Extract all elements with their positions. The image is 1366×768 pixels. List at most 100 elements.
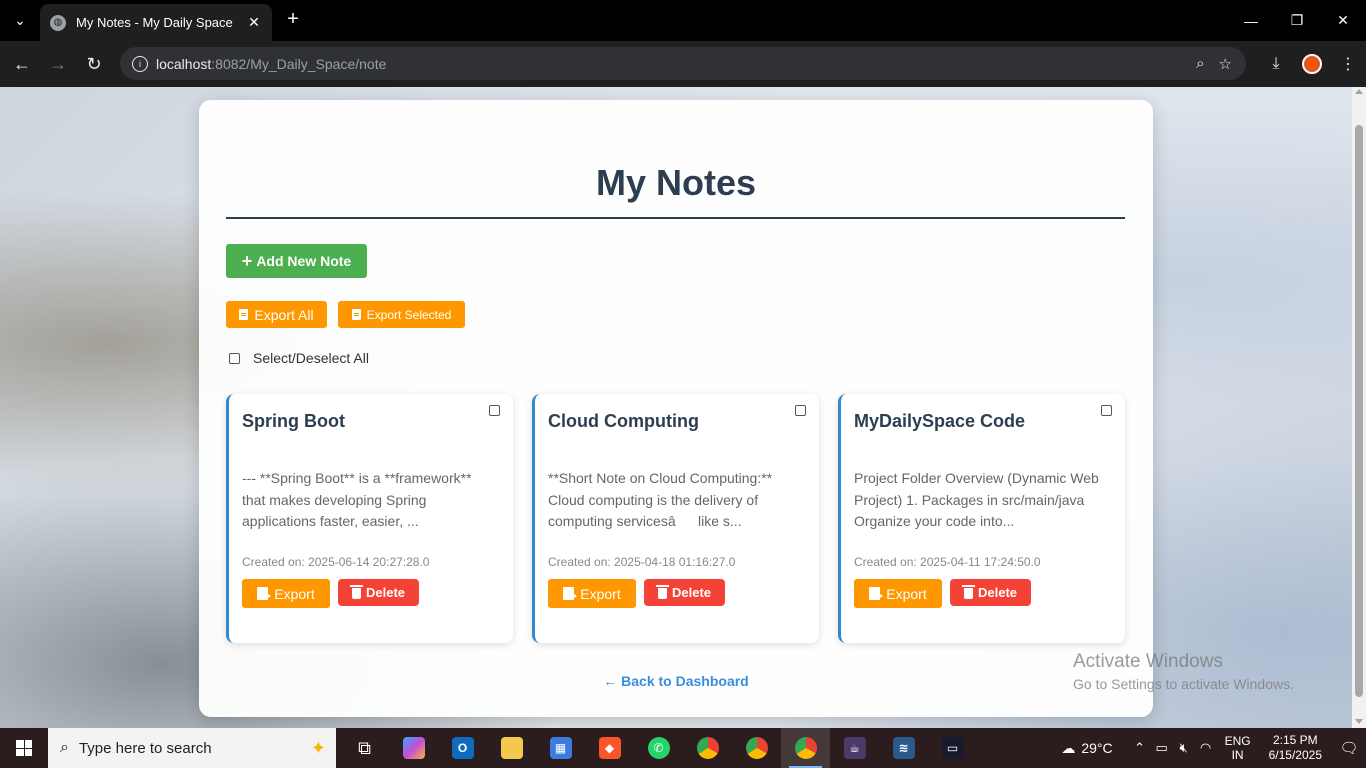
scrollbar-thumb[interactable] xyxy=(1355,125,1363,697)
back-arrow-icon[interactable]: ← xyxy=(4,46,40,82)
browser-tab[interactable]: ◍ My Notes - My Daily Space ✕ xyxy=(40,4,272,41)
zoom-icon[interactable]: ⌕ xyxy=(1196,55,1204,73)
note-title: MyDailySpace Code xyxy=(854,411,1026,431)
clock-time: 2:15 PM xyxy=(1272,733,1318,747)
address-bar[interactable]: i localhost:8082/My_Daily_Space/note ⌕ ☆ xyxy=(120,47,1246,80)
scroll-down-arrow-icon[interactable] xyxy=(1355,719,1363,724)
weather-temperature: 29°C xyxy=(1081,740,1113,756)
taskbar-search-placeholder: Type here to search xyxy=(78,739,212,757)
add-new-note-button[interactable]: + Add New Note xyxy=(226,244,367,278)
note-created-date: Created on: 2025-04-18 01:16:27.0 xyxy=(548,555,736,569)
plus-icon: + xyxy=(241,250,253,271)
select-all-checkbox[interactable] xyxy=(229,352,240,364)
note-delete-label: Delete xyxy=(977,585,1018,600)
windows-logo-icon xyxy=(16,740,32,756)
export-selected-button[interactable]: Export Selected xyxy=(338,301,465,328)
new-tab-button[interactable]: + xyxy=(282,8,304,32)
taskbar-apps: ⧉ O ▦ ◆ ✆ ☕ ≋ ▭ xyxy=(340,728,977,768)
note-select-checkbox[interactable] xyxy=(1101,405,1112,416)
download-icon[interactable]: ⤓ xyxy=(1258,46,1294,82)
copilot-sparkle-icon[interactable]: ✦ xyxy=(311,738,326,759)
note-card: Spring Boot --- **Spring Boot** is a **f… xyxy=(226,394,513,643)
pdf-file-icon xyxy=(351,309,361,320)
bookmark-star-icon[interactable]: ☆ xyxy=(1219,55,1232,73)
microsoft-store-icon[interactable]: ▦ xyxy=(536,728,585,768)
page-title: My Notes xyxy=(595,162,757,203)
file-export-icon xyxy=(869,587,884,600)
note-card: MyDailySpace Code Project Folder Overvie… xyxy=(838,394,1125,643)
omnibox-actions: ⌕ ☆ xyxy=(1196,55,1246,73)
language-region: IN xyxy=(1231,748,1244,762)
select-all-label: Select/Deselect All xyxy=(253,350,369,366)
weather-widget[interactable]: ☁ 29°C xyxy=(1061,740,1112,757)
scroll-up-arrow-icon[interactable] xyxy=(1355,89,1363,94)
file-export-icon xyxy=(257,587,272,600)
note-delete-button[interactable]: Delete xyxy=(644,579,725,606)
language-indicator[interactable]: ENG IN xyxy=(1225,734,1251,762)
browser-tab-bar: ⌄ ◍ My Notes - My Daily Space ✕ + — ❐ ✕ xyxy=(0,0,1366,41)
export-all-label: Export All xyxy=(254,306,314,323)
tab-close-icon[interactable]: ✕ xyxy=(246,14,262,31)
copilot-app-icon[interactable] xyxy=(389,728,438,768)
note-delete-button[interactable]: Delete xyxy=(950,579,1031,606)
speaker-muted-icon[interactable]: 🔇︎ xyxy=(1173,740,1195,756)
url-path: :8082/My_Daily_Space/note xyxy=(211,55,387,72)
restore-button[interactable]: ❐ xyxy=(1274,0,1320,41)
trash-icon xyxy=(655,585,669,599)
forward-arrow-icon[interactable]: → xyxy=(40,46,76,82)
task-view-icon[interactable]: ⧉ xyxy=(340,728,389,768)
activate-windows-subtitle: Go to Settings to activate Windows. xyxy=(1073,676,1294,692)
chrome-profile-icon[interactable] xyxy=(732,728,781,768)
note-select-checkbox[interactable] xyxy=(489,405,500,416)
page-viewport: My Notes + Add New Note Export All Expor… xyxy=(0,87,1352,728)
chrome-active-icon[interactable] xyxy=(781,728,830,768)
notification-center-icon[interactable]: 🗨︎ xyxy=(1332,739,1366,757)
menu-kebab-icon[interactable]: ⋮ xyxy=(1330,46,1366,82)
select-all-row: Select/Deselect All xyxy=(229,350,369,366)
tab-search-chevron-icon[interactable]: ⌄ xyxy=(0,0,40,41)
chrome-profile-icon[interactable] xyxy=(683,728,732,768)
chevron-up-icon[interactable]: ⌃ xyxy=(1129,740,1151,756)
brave-browser-icon[interactable]: ◆ xyxy=(585,728,634,768)
note-export-label: Export xyxy=(580,585,621,602)
outlook-app-icon[interactable]: O xyxy=(438,728,487,768)
java-ide-icon[interactable]: ☕ xyxy=(830,728,879,768)
clock-date: 6/15/2025 xyxy=(1268,748,1322,762)
note-created-date: Created on: 2025-06-14 20:27:28.0 xyxy=(242,555,430,569)
site-info-icon[interactable]: i xyxy=(132,55,148,72)
profile-avatar[interactable] xyxy=(1302,54,1322,74)
url-text[interactable]: localhost:8082/My_Daily_Space/note xyxy=(156,56,1196,72)
taskbar-search[interactable]: ⌕ Type here to search ✦ xyxy=(48,728,336,768)
note-delete-button[interactable]: Delete xyxy=(338,579,419,606)
terminal-app-icon[interactable]: ▭ xyxy=(928,728,977,768)
note-delete-label: Delete xyxy=(365,585,406,600)
minimize-button[interactable]: — xyxy=(1228,0,1274,41)
activate-windows-watermark: Activate Windows Go to Settings to activ… xyxy=(1073,651,1294,692)
search-icon: ⌕ xyxy=(60,739,69,756)
windows-taskbar: ⌕ Type here to search ✦ ⧉ O ▦ ◆ ✆ ☕ ≋ ▭ … xyxy=(0,728,1366,768)
file-export-icon xyxy=(563,587,578,600)
note-export-label: Export xyxy=(274,585,315,602)
trash-icon xyxy=(349,585,363,599)
whatsapp-icon[interactable]: ✆ xyxy=(634,728,683,768)
note-export-button[interactable]: Export xyxy=(854,579,942,608)
start-button[interactable] xyxy=(0,728,48,768)
note-preview: --- **Spring Boot** is a **framework** t… xyxy=(242,470,472,529)
file-explorer-icon[interactable] xyxy=(487,728,536,768)
export-all-button[interactable]: Export All xyxy=(226,301,327,328)
notes-panel: My Notes + Add New Note Export All Expor… xyxy=(199,100,1153,717)
wifi-icon[interactable]: ◠ xyxy=(1195,740,1217,756)
back-to-dashboard-link[interactable]: ← Back to Dashboard xyxy=(199,673,1153,689)
reload-icon[interactable]: ↻ xyxy=(76,46,112,82)
note-select-checkbox[interactable] xyxy=(795,405,806,416)
note-preview: Project Folder Overview (Dynamic Web Pro… xyxy=(854,470,1099,529)
battery-icon[interactable]: ▭ xyxy=(1151,740,1173,756)
close-window-button[interactable]: ✕ xyxy=(1320,0,1366,41)
mysql-workbench-icon[interactable]: ≋ xyxy=(879,728,928,768)
taskbar-clock[interactable]: 2:15 PM 6/15/2025 xyxy=(1269,733,1322,763)
url-host: localhost xyxy=(156,55,212,72)
note-export-label: Export xyxy=(886,585,927,602)
page-scrollbar[interactable] xyxy=(1352,87,1366,728)
note-export-button[interactable]: Export xyxy=(548,579,636,608)
note-export-button[interactable]: Export xyxy=(242,579,330,608)
